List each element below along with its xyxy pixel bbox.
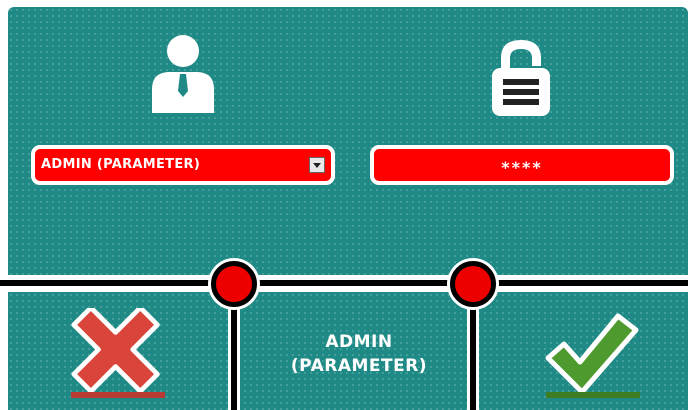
password-value: **** — [501, 158, 543, 177]
connector-node-right — [450, 261, 496, 307]
current-user-label: ADMIN (PARAMETER) — [248, 330, 470, 378]
login-top-panel — [8, 7, 688, 275]
current-user-line1: ADMIN — [325, 332, 393, 352]
connector-node-left — [211, 261, 257, 307]
user-select-dropdown[interactable]: ADMIN (PARAMETER) — [31, 145, 335, 185]
current-user-line2: (PARAMETER) — [290, 356, 428, 376]
password-field[interactable]: **** — [370, 145, 674, 185]
divider-stroke — [0, 280, 688, 286]
green-check-icon — [545, 313, 639, 395]
confirm-button[interactable] — [542, 310, 642, 402]
chevron-down-icon[interactable] — [309, 157, 325, 173]
user-icon — [152, 35, 214, 113]
cancel-button[interactable] — [68, 308, 166, 400]
user-select-value: ADMIN (PARAMETER) — [41, 157, 201, 172]
red-x-icon — [71, 308, 160, 394]
padlock-icon — [492, 40, 550, 116]
